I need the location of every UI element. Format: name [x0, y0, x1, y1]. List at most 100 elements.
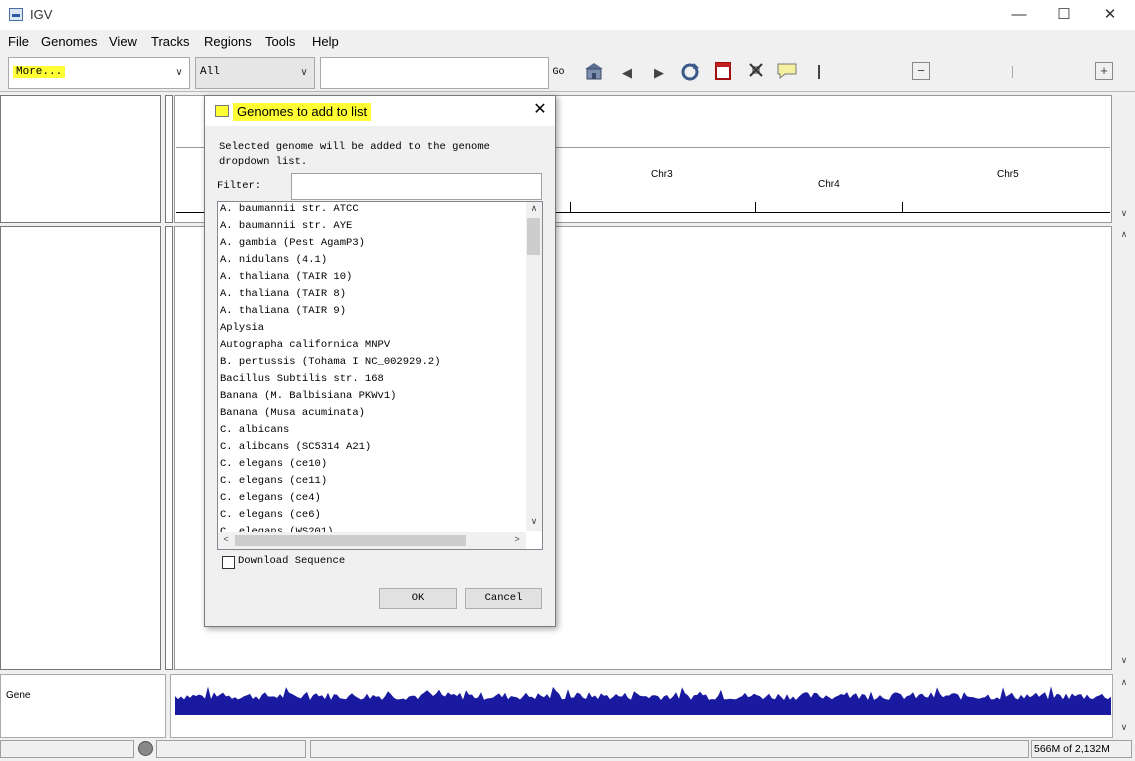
genome-list-item[interactable]: Aplysia: [220, 322, 264, 334]
activity-indicator-icon: [138, 741, 153, 756]
header-vscrollbar[interactable]: ∨: [1115, 95, 1133, 223]
genome-list-item[interactable]: Autographa californica MNPV: [220, 339, 390, 351]
genome-list-item[interactable]: A. nidulans (4.1): [220, 254, 327, 266]
chromosome-dropdown-value: All: [200, 66, 220, 78]
dialog-titlebar: Genomes to add to list ✕: [205, 96, 555, 126]
chr5-label[interactable]: Chr5: [997, 169, 1019, 180]
home-icon[interactable]: [583, 62, 605, 84]
chevron-down-icon[interactable]: ∨: [1117, 722, 1131, 733]
menu-view[interactable]: View: [109, 34, 137, 49]
zoom-in-button[interactable]: +: [1095, 62, 1113, 80]
dialog-close-icon[interactable]: ✕: [531, 101, 549, 119]
list-vscroll-thumb[interactable]: [527, 218, 540, 255]
attribute-panel-header: [165, 95, 173, 223]
status-info: [310, 740, 1029, 758]
zoom-slider[interactable]: [1012, 66, 1013, 78]
genome-list-item[interactable]: C. elegans (ce4): [220, 492, 321, 504]
data-vscrollbar[interactable]: ∧ ∨: [1115, 226, 1133, 670]
menu-tracks[interactable]: Tracks: [151, 34, 190, 49]
memory-usage: 566M of 2,132M: [1031, 740, 1132, 758]
menu-bar: File Genomes View Tracks Regions Tools H…: [0, 30, 1135, 54]
menu-help[interactable]: Help: [312, 34, 339, 49]
resize-to-window-icon[interactable]: [745, 62, 767, 84]
genome-list-item[interactable]: C. elegans (ce10): [220, 458, 327, 470]
genome-list-item[interactable]: C. albicans: [220, 424, 289, 436]
refresh-icon[interactable]: [679, 62, 701, 84]
ruler-tick: [570, 202, 571, 212]
filter-input[interactable]: [291, 173, 542, 200]
genome-list-item[interactable]: Banana (M. Balbisiana PKWv1): [220, 390, 396, 402]
list-hscroll-thumb[interactable]: [235, 535, 466, 546]
gene-track-label[interactable]: Gene: [6, 690, 30, 701]
chevron-down-icon[interactable]: ∨: [1117, 208, 1131, 219]
genome-list-item[interactable]: A. gambia (Pest AgamP3): [220, 237, 365, 249]
feature-vscrollbar[interactable]: ∧ ∨: [1115, 674, 1133, 738]
genome-list-item[interactable]: A. thaliana (TAIR 8): [220, 288, 346, 300]
name-panel-header: [0, 95, 161, 223]
genome-list-item[interactable]: A. baumannii str. ATCC: [220, 203, 359, 215]
feature-name-panel: Gene: [0, 674, 166, 738]
list-hscrollbar[interactable]: < >: [218, 532, 526, 549]
go-button[interactable]: Go: [549, 57, 568, 89]
dialog-title: Genomes to add to list: [233, 103, 372, 121]
forward-arrow-icon[interactable]: ▶: [648, 62, 670, 84]
chevron-up-icon[interactable]: ∧: [1117, 677, 1131, 688]
close-button[interactable]: ✕: [1100, 5, 1120, 25]
genome-list-item[interactable]: C. elegans (ce11): [220, 475, 327, 487]
toolbar: More... ∨ All ∨ Go ◀ ▶ − +: [0, 54, 1135, 92]
chevron-right-icon[interactable]: >: [510, 534, 524, 544]
chevron-up-icon[interactable]: ∧: [527, 203, 541, 214]
locus-search-input[interactable]: [320, 57, 549, 89]
chevron-left-icon[interactable]: <: [219, 534, 233, 544]
gene-density-plot: [175, 686, 1111, 715]
genome-list-item[interactable]: Banana (Musa acuminata): [220, 407, 365, 419]
genome-list[interactable]: A. baumannii str. ATCC A. baumannii str. …: [217, 201, 543, 550]
genome-list-item[interactable]: C. elegans (ce6): [220, 509, 321, 521]
minimize-button[interactable]: —: [1009, 5, 1029, 25]
chr4-label[interactable]: Chr4: [818, 179, 840, 190]
status-bar: 566M of 2,132M: [0, 739, 1135, 761]
gene-track[interactable]: [170, 674, 1113, 738]
menu-regions[interactable]: Regions: [204, 34, 252, 49]
dialog-app-icon: [215, 105, 229, 117]
igv-app-icon: [9, 8, 23, 21]
chevron-down-icon: ∨: [300, 67, 308, 78]
ruler-tick: [755, 202, 756, 212]
genome-dropdown[interactable]: More... ∨: [8, 57, 190, 89]
genomes-to-add-dialog: Genomes to add to list ✕ Selected genome…: [204, 95, 556, 627]
maximize-button[interactable]: ☐: [1054, 5, 1074, 25]
download-sequence-checkbox[interactable]: [222, 556, 235, 569]
ruler-tick: [902, 202, 903, 212]
download-sequence-label[interactable]: Download Sequence: [238, 555, 345, 567]
region-navigator-icon[interactable]: [712, 62, 734, 84]
back-arrow-icon[interactable]: ◀: [616, 62, 638, 84]
menu-genomes[interactable]: Genomes: [41, 34, 97, 49]
window-titlebar: IGV — ☐ ✕: [0, 0, 1135, 30]
genome-dropdown-value: More...: [13, 66, 66, 78]
menu-file[interactable]: File: [8, 34, 29, 49]
genome-list-item[interactable]: A. thaliana (TAIR 10): [220, 271, 352, 283]
zoom-out-button[interactable]: −: [912, 62, 930, 80]
chromosome-dropdown[interactable]: All ∨: [195, 57, 315, 89]
ruler-marker-icon[interactable]: [818, 65, 820, 79]
dialog-message: Selected genome will be added to the gen…: [219, 141, 490, 168]
genome-list-item[interactable]: C. alibcans (SC5314 A21): [220, 441, 371, 453]
chevron-down-icon[interactable]: ∨: [527, 516, 541, 527]
popup-info-icon[interactable]: [776, 62, 798, 84]
window-title: IGV: [30, 7, 53, 22]
genome-list-item[interactable]: A. thaliana (TAIR 9): [220, 305, 346, 317]
chevron-up-icon[interactable]: ∧: [1117, 229, 1131, 240]
chevron-down-icon[interactable]: ∨: [1117, 655, 1131, 666]
status-position: [156, 740, 306, 758]
cancel-button[interactable]: Cancel: [465, 588, 542, 609]
attribute-panel-data: [165, 226, 173, 670]
filter-label: Filter:: [217, 180, 262, 192]
chr3-label[interactable]: Chr3: [651, 169, 673, 180]
menu-tools[interactable]: Tools: [265, 34, 295, 49]
list-vscrollbar[interactable]: ∧ ∨: [526, 202, 542, 531]
ok-button[interactable]: OK: [379, 588, 457, 609]
genome-list-item[interactable]: A. baumannii str. AYE: [220, 220, 352, 232]
chevron-down-icon: ∨: [175, 67, 183, 78]
genome-list-item[interactable]: B. pertussis (Tohama I NC_002929.2): [220, 356, 441, 368]
genome-list-item[interactable]: Bacillus Subtilis str. 168: [220, 373, 384, 385]
